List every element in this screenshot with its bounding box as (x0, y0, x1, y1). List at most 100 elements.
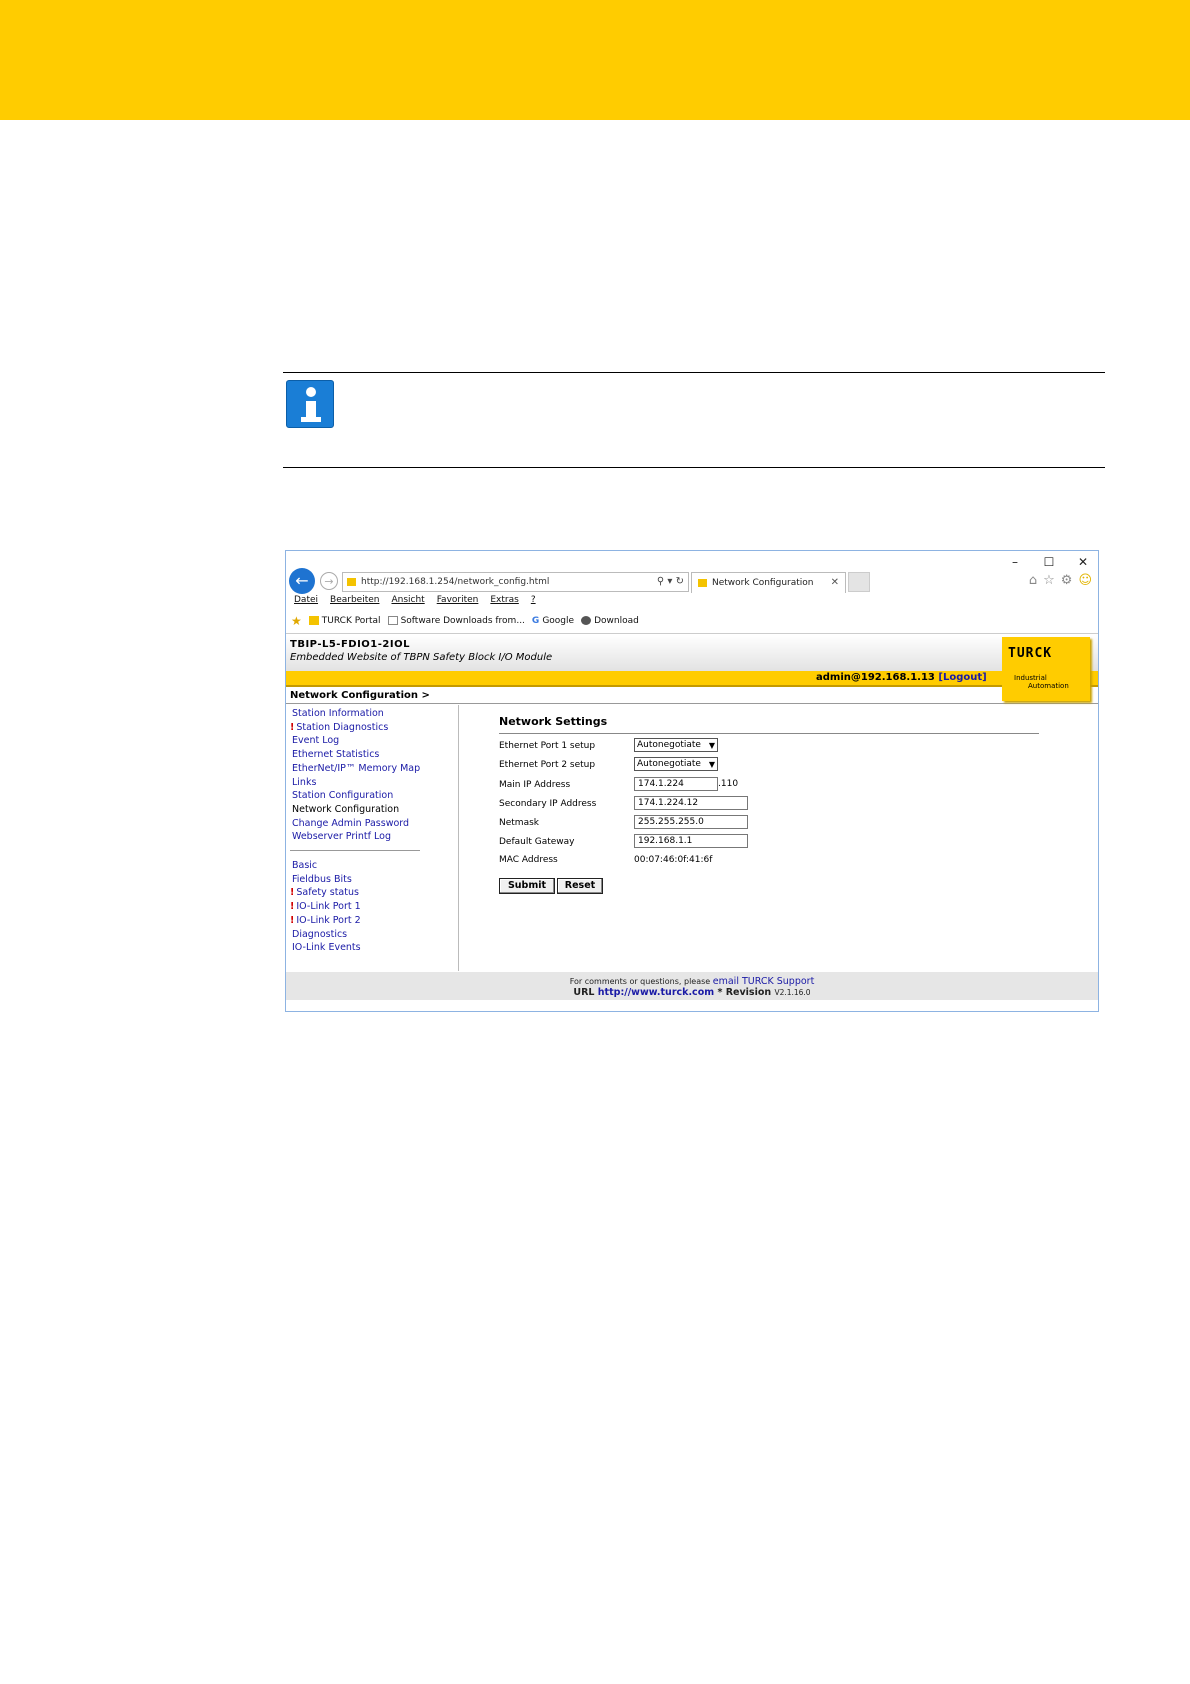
logo-subtitle-2: Automation (1028, 682, 1069, 690)
menu-bar: Datei Bearbeiten Ansicht Favoriten Extra… (294, 595, 536, 605)
site-footer: For comments or questions, please email … (286, 972, 1098, 1000)
port1-select[interactable]: Autonegotiate ▼ (634, 738, 718, 752)
favorite-google[interactable]: G Google (532, 616, 574, 626)
nav-station-configuration[interactable]: Station Configuration (290, 789, 460, 803)
mac-label: MAC Address (499, 855, 558, 865)
turck-logo: TURCK Industrial Automation (1002, 637, 1090, 701)
support-email-link[interactable]: email TURCK Support (713, 976, 815, 987)
favorites-bar: ★ TURCK Portal Software Downloads from..… (291, 614, 639, 628)
left-navigation: Station Information ! Station Diagnostics… (290, 707, 460, 955)
nav-io-link-port-2[interactable]: ! IO-Link Port 2 (290, 914, 460, 928)
nav-webserver-printf-log[interactable]: Webserver Printf Log (290, 830, 460, 844)
port2-label: Ethernet Port 2 setup (499, 760, 596, 770)
minimize-icon[interactable]: – (1008, 555, 1022, 569)
info-note (283, 372, 1105, 468)
section-title: Network Settings (499, 715, 608, 728)
mac-value: 00:07:46:0f:41:6f (634, 855, 713, 865)
maximize-icon[interactable]: ☐ (1042, 555, 1056, 569)
google-icon: G (531, 616, 540, 626)
logout-link[interactable]: [Logout] (938, 672, 986, 683)
breadcrumb-divider (286, 703, 1098, 704)
favorite-turck-portal[interactable]: TURCK Portal (308, 616, 381, 626)
header-band (0, 0, 1190, 120)
home-icon[interactable]: ⌂ (1029, 573, 1037, 588)
menu-datei[interactable]: Datei (294, 595, 318, 605)
menu-ansicht[interactable]: Ansicht (391, 595, 424, 605)
address-url: http://192.168.1.254/network_config.html (361, 577, 550, 587)
nav-event-log[interactable]: Event Log (290, 734, 460, 748)
browser-chrome: – ☐ ✕ ← → http://192.168.1.254/network_c… (286, 551, 1098, 635)
logo-subtitle-1: Industrial (1014, 674, 1047, 682)
nav-io-link-port-1[interactable]: ! IO-Link Port 1 (290, 900, 460, 914)
chevron-down-icon: ▼ (708, 760, 715, 769)
network-settings-panel: Network Settings Ethernet Port 1 setup A… (499, 715, 1039, 894)
netmask-input[interactable] (634, 815, 748, 829)
ab-icon (581, 616, 592, 625)
turck-url-link[interactable]: http://www.turck.com (598, 987, 714, 998)
menu-extras[interactable]: Extras (490, 595, 518, 605)
add-favorite-star-icon[interactable]: ★ (291, 614, 302, 628)
main-ip-label: Main IP Address (499, 780, 571, 790)
menu-bearbeiten[interactable]: Bearbeiten (330, 595, 379, 605)
nav-links[interactable]: Links (290, 776, 460, 790)
window-controls: – ☐ ✕ (1008, 555, 1090, 569)
site-header: TBIP-L5-FDIO1-2IOL Embedded Website of T… (286, 635, 1098, 671)
row-port1: Ethernet Port 1 setup Autonegotiate ▼ (499, 738, 718, 752)
port2-select[interactable]: Autonegotiate ▼ (634, 757, 718, 771)
nav-divider (458, 705, 459, 971)
browser-toolbar-icons: ⌂ ☆ ⚙ ☺ (1029, 573, 1092, 588)
menu-help[interactable]: ? (531, 595, 536, 605)
tab-network-configuration[interactable]: Network Configuration ✕ (691, 572, 846, 593)
chrome-separator (286, 633, 1098, 634)
forward-arrow-icon[interactable]: → (320, 572, 338, 590)
warning-icon: ! (290, 914, 295, 926)
feedback-smiley-icon[interactable]: ☺ (1078, 573, 1092, 588)
nav-io-link-events[interactable]: IO-Link Events (290, 941, 460, 955)
favorite-software-downloads[interactable]: Software Downloads from... (387, 616, 525, 626)
logo-text: TURCK (1008, 646, 1053, 661)
close-icon[interactable]: ✕ (1076, 555, 1090, 569)
nav-station-diagnostics[interactable]: ! Station Diagnostics (290, 721, 460, 735)
address-bar[interactable]: http://192.168.1.254/network_config.html… (342, 572, 689, 592)
gateway-label: Default Gateway (499, 837, 575, 847)
favorite-download[interactable]: Download (581, 616, 639, 626)
reset-button[interactable]: Reset (557, 878, 603, 894)
page-icon (387, 616, 398, 625)
nav-station-information[interactable]: Station Information (290, 707, 460, 721)
tab-close-icon[interactable]: ✕ (831, 573, 839, 593)
browser-window: – ☐ ✕ ← → http://192.168.1.254/network_c… (285, 550, 1099, 1012)
turck-favicon-icon (308, 616, 319, 625)
secondary-ip-label: Secondary IP Address (499, 799, 597, 809)
favorites-star-icon[interactable]: ☆ (1043, 573, 1055, 588)
nav-fieldbus-bits[interactable]: Fieldbus Bits (290, 873, 460, 887)
gateway-input[interactable] (634, 834, 748, 848)
section-rule (499, 733, 1039, 734)
settings-gear-icon[interactable]: ⚙ (1061, 573, 1073, 588)
device-title: TBIP-L5-FDIO1-2IOL (290, 639, 410, 650)
row-port2: Ethernet Port 2 setup Autonegotiate ▼ (499, 757, 718, 771)
menu-favoriten[interactable]: Favoriten (437, 595, 479, 605)
user-info: admin@192.168.1.13 [Logout] (816, 672, 987, 683)
tab-title: Network Configuration (712, 578, 814, 588)
secondary-ip-input[interactable] (634, 796, 748, 810)
nav-diagnostics[interactable]: Diagnostics (290, 928, 460, 942)
new-tab-button[interactable] (848, 572, 870, 592)
chevron-down-icon: ▼ (708, 741, 715, 750)
search-refresh-icons[interactable]: ⚲ ▾ ↻ (657, 573, 684, 591)
nav-safety-status[interactable]: ! Safety status (290, 886, 460, 900)
submit-button[interactable]: Submit (499, 878, 555, 894)
warning-icon: ! (290, 901, 295, 913)
main-ip-input[interactable] (634, 777, 718, 791)
nav-ethernet-statistics[interactable]: Ethernet Statistics (290, 748, 460, 762)
nav-basic[interactable]: Basic (290, 859, 460, 873)
back-arrow-icon[interactable]: ← (289, 568, 315, 594)
tab-favicon-icon (698, 578, 707, 587)
user-bar: admin@192.168.1.13 [Logout] (286, 671, 1098, 687)
footer-comment: For comments or questions, please email … (569, 976, 815, 987)
site-favicon-icon (347, 577, 356, 586)
nav-change-admin-password[interactable]: Change Admin Password (290, 817, 460, 831)
netmask-label: Netmask (499, 818, 539, 828)
nav-ethernetip-memory-map[interactable]: EtherNet/IP™ Memory Map (290, 762, 460, 776)
device-subtitle: Embedded Website of TBPN Safety Block I/… (290, 652, 553, 663)
warning-icon: ! (290, 887, 295, 899)
